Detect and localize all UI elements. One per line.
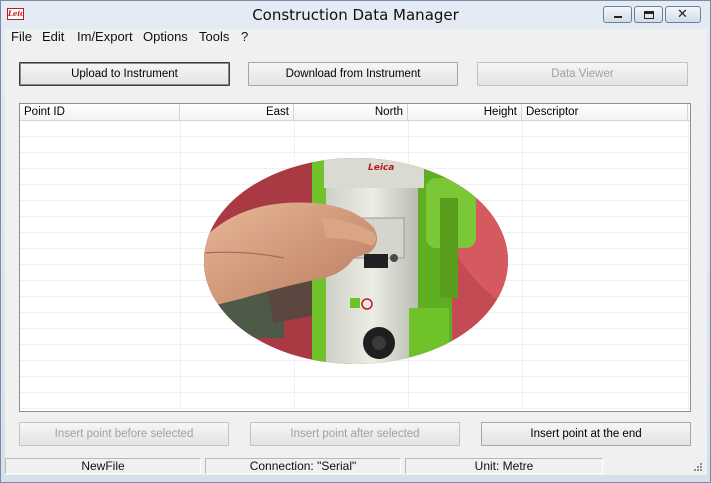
grid-row-line [20,408,690,409]
resize-grip-icon[interactable] [693,462,703,472]
menu-file[interactable]: File [11,29,32,45]
grid-row-line [20,136,690,137]
restore-icon [644,11,654,19]
menu-bar: File Edit Im/Export Options Tools ? [5,29,707,45]
grid-row-line [20,152,690,153]
data-viewer-button[interactable]: Data Viewer [477,62,688,86]
title-bar[interactable]: Leica Construction Data Manager ✕ [1,1,710,29]
close-icon: ✕ [677,7,688,22]
main-panel: Upload to Instrument Download from Instr… [5,45,707,456]
menu-options[interactable]: Options [143,29,188,45]
status-connection: Connection: "Serial" [205,458,401,474]
minimize-icon [614,16,622,18]
status-unit: Unit: Metre [405,458,603,474]
instrument-photo: Leica [204,158,508,364]
column-header-height[interactable]: Height [408,104,522,120]
minimize-button[interactable] [603,6,632,23]
grid-row-line [20,376,690,377]
column-header-descriptor[interactable]: Descriptor [522,104,688,120]
grid-column-line [180,121,181,411]
insert-point-after-selected-button[interactable]: Insert point after selected [250,422,460,446]
menu-edit[interactable]: Edit [42,29,64,45]
instrument-brand-label: Leica [368,163,394,173]
grid-column-line [688,121,689,411]
insert-point-before-selected-button[interactable]: Insert point before selected [19,422,229,446]
column-header-north[interactable]: North [294,104,408,120]
restore-button[interactable] [634,6,663,23]
app-window: Leica Construction Data Manager ✕ File E… [0,0,711,483]
download-from-instrument-button[interactable]: Download from Instrument [248,62,458,86]
close-button[interactable]: ✕ [665,6,701,23]
status-file: NewFile [5,458,201,474]
insert-point-at-end-button[interactable]: Insert point at the end [481,422,691,446]
table-header: Point ID East North Height Descriptor [20,104,690,121]
points-table[interactable]: Point ID East North Height Descriptor Le… [19,103,691,412]
menu-tools[interactable]: Tools [199,29,229,45]
grid-row-line [20,392,690,393]
menu-help[interactable]: ? [241,29,248,45]
column-header-point-id[interactable]: Point ID [20,104,180,120]
menu-im-export[interactable]: Im/Export [77,29,133,45]
grid-column-line [522,121,523,411]
status-bar: NewFile Connection: "Serial" Unit: Metre [5,456,707,475]
instrument-video-overlay: Leica [204,158,508,364]
upload-to-instrument-button[interactable]: Upload to Instrument [19,62,230,86]
column-header-east[interactable]: East [180,104,294,120]
